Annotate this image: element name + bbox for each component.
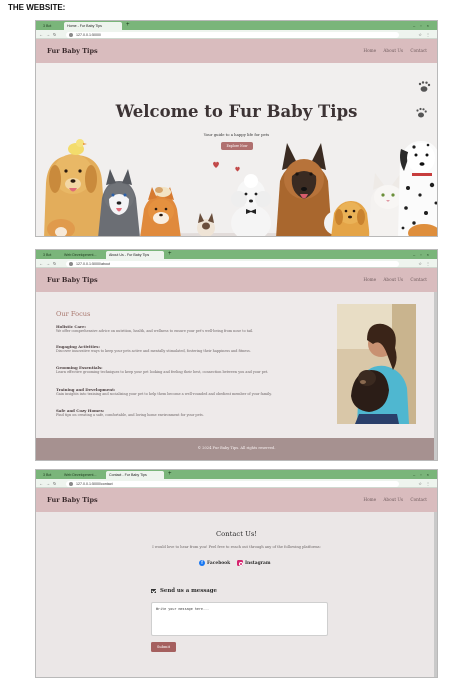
nav-home[interactable]: Home (363, 277, 376, 282)
focus-item-text: Gain insights into training and socializ… (56, 392, 272, 396)
nav-contact[interactable]: Contact (410, 277, 427, 282)
site-navbar: Fur Baby Tips Home About Us Contact (36, 268, 437, 292)
facebook-label: Facebook (207, 561, 231, 566)
hero-subtitle: Your guide to a happy life for pets (203, 132, 270, 137)
url-text: 127.0.0.1:5000/ (76, 32, 101, 37)
browser-tab[interactable]: 3 Bot (40, 22, 62, 30)
url-field[interactable]: 127.0.0.1:5000/ (66, 31, 399, 38)
browser-tab-active[interactable]: About Us - Fur Baby Tips (106, 251, 164, 259)
brand-logo[interactable]: Fur Baby Tips (47, 268, 98, 292)
contact-section: Contact Us! I would love to hear from yo… (36, 512, 437, 677)
browser-tab[interactable]: 3 Bot (40, 251, 60, 259)
nav-home[interactable]: Home (363, 497, 376, 502)
focus-item-text: Discover innovative ways to keep your pe… (56, 349, 251, 353)
brand-logo[interactable]: Fur Baby Tips (47, 39, 98, 63)
contact-title: Contact Us! (215, 530, 258, 538)
address-bar: ←→↻ 127.0.0.1:5000/contact ☆⋮ (36, 479, 437, 488)
send-message-heading: Send us a message (151, 588, 217, 594)
hero-title: Welcome to Fur Baby Tips (115, 102, 358, 121)
site-info-icon[interactable] (69, 261, 73, 266)
document-heading: THE WEBSITE: (8, 3, 66, 12)
url-field[interactable]: 127.0.0.1:5000/contact (66, 480, 399, 487)
nav-links: Home About Us Contact (357, 268, 427, 292)
scrollbar[interactable] (434, 512, 437, 677)
navigation-buttons[interactable]: ←→↻ (39, 259, 59, 268)
site-navbar: Fur Baby Tips Home About Us Contact (36, 39, 437, 63)
facebook-link[interactable]: f Facebook (199, 560, 230, 567)
send-message-label: Send us a message (160, 588, 217, 594)
focus-item-text: Find tips on creating a safe, comfortabl… (56, 413, 204, 417)
contact-page-screenshot: 3 Bot Web Development... Contact - Fur B… (35, 469, 438, 678)
browser-tab[interactable]: 3 Bot (40, 471, 60, 479)
site-footer: © 2024 Fur Baby Tips. All rights reserve… (36, 438, 437, 460)
browser-tab-bar: 3 Bot Web Development... About Us - Fur … (36, 250, 437, 259)
facebook-icon: f (199, 560, 205, 566)
site-info-icon[interactable] (69, 32, 73, 37)
browser-tab[interactable]: Web Development... (61, 251, 103, 259)
nav-home[interactable]: Home (363, 48, 376, 53)
browser-actions[interactable]: ☆⋮ (418, 259, 434, 268)
new-tab-icon[interactable]: + (126, 21, 130, 30)
url-field[interactable]: 127.0.0.1:5000/about (66, 260, 399, 267)
woman-with-dog-photo (337, 304, 416, 424)
browser-tab-bar: 3 Bot Home - Fur Baby Tips + –▫× (36, 21, 437, 30)
address-bar: ←→↻ 127.0.0.1:5000/ ☆⋮ (36, 30, 437, 39)
about-page-screenshot: 3 Bot Web Development... About Us - Fur … (35, 249, 438, 461)
nav-contact[interactable]: Contact (410, 48, 427, 53)
site-navbar: Fur Baby Tips Home About Us Contact (36, 488, 437, 512)
nav-about[interactable]: About Us (383, 48, 403, 53)
browser-actions[interactable]: ☆⋮ (418, 30, 434, 39)
url-text: 127.0.0.1:5000/about (76, 261, 110, 266)
site-info-icon[interactable] (69, 481, 73, 486)
window-controls[interactable]: –▫× (413, 470, 434, 479)
envelope-icon (151, 588, 156, 593)
new-tab-icon[interactable]: + (168, 250, 172, 259)
nav-links: Home About Us Contact (357, 39, 427, 63)
copyright-text: © 2024 Fur Baby Tips. All rights reserve… (197, 446, 276, 450)
instagram-icon (237, 560, 243, 566)
browser-tab-active[interactable]: Home - Fur Baby Tips (64, 22, 122, 30)
hero-section: Welcome to Fur Baby Tips Your guide to a… (36, 63, 437, 236)
url-text: 127.0.0.1:5000/contact (76, 481, 113, 486)
focus-item: Training and Development: Gain insights … (56, 387, 341, 397)
message-textarea[interactable]: Write your message here... (151, 602, 328, 636)
browser-tab-bar: 3 Bot Web Development... Contact - Fur B… (36, 470, 437, 479)
instagram-label: Instagram (245, 561, 271, 566)
window-controls[interactable]: –▫× (413, 21, 434, 30)
instagram-link[interactable]: Instagram (237, 560, 270, 567)
new-tab-icon[interactable]: + (168, 470, 172, 479)
focus-item-text: Learn effective grooming techniques to k… (56, 370, 269, 374)
browser-tab-active[interactable]: Contact - Fur Baby Tips (106, 471, 164, 479)
nav-about[interactable]: About Us (383, 497, 403, 502)
scrollbar[interactable] (434, 292, 437, 460)
nav-contact[interactable]: Contact (410, 497, 427, 502)
navigation-buttons[interactable]: ←→↻ (39, 479, 59, 488)
brand-logo[interactable]: Fur Baby Tips (47, 488, 98, 512)
focus-item-text: We offer comprehensive advice on nutriti… (56, 329, 254, 333)
focus-item: Safe and Cozy Homes: Find tips on creati… (56, 408, 341, 418)
contact-subtitle: I would love to hear from you! Feel free… (152, 545, 321, 549)
focus-item: Holistic Care: We offer comprehensive ad… (56, 324, 341, 334)
home-page-screenshot: 3 Bot Home - Fur Baby Tips + –▫× ←→↻ 127… (35, 20, 438, 237)
submit-button[interactable]: Submit (151, 642, 176, 652)
explore-now-button[interactable]: Explore Now (221, 142, 253, 150)
nav-about[interactable]: About Us (383, 277, 403, 282)
window-controls[interactable]: –▫× (413, 250, 434, 259)
address-bar: ←→↻ 127.0.0.1:5000/about ☆⋮ (36, 259, 437, 268)
navigation-buttons[interactable]: ←→↻ (39, 30, 59, 39)
browser-tab[interactable]: Web Development... (61, 471, 103, 479)
focus-item: Grooming Essentials: Learn effective gro… (56, 365, 341, 375)
browser-actions[interactable]: ☆⋮ (418, 479, 434, 488)
focus-section: Our Focus Holistic Care: We offer compre… (36, 292, 437, 438)
nav-links: Home About Us Contact (357, 488, 427, 512)
focus-item: Engaging Activities: Discover innovative… (56, 344, 341, 354)
focus-title: Our Focus (56, 310, 91, 318)
